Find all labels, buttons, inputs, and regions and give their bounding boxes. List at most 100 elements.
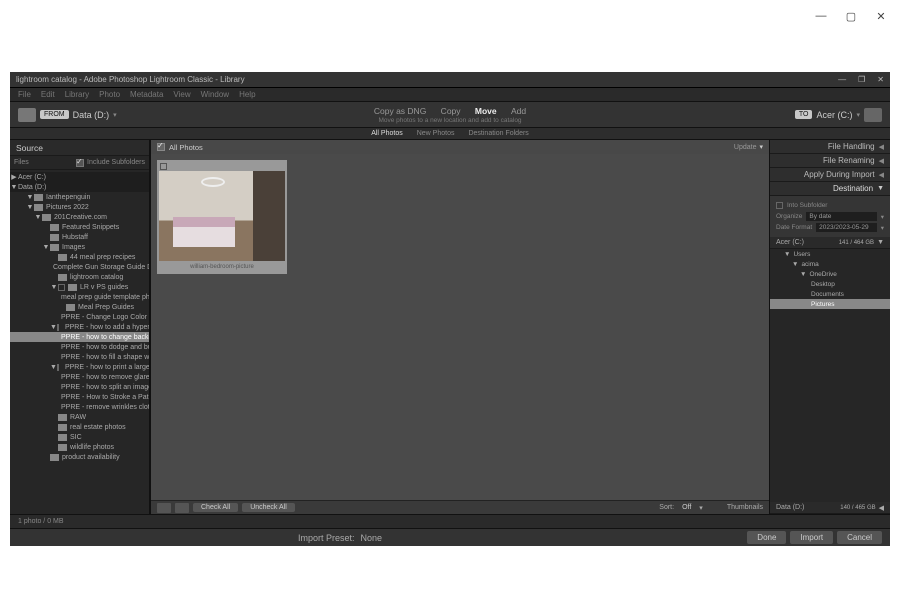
organize-value[interactable]: By date <box>806 212 876 221</box>
tree-item[interactable]: SIC <box>10 432 149 442</box>
grid-view-icon[interactable] <box>157 503 171 513</box>
photo-caption: william-bedroom-picture <box>159 262 285 272</box>
tree-item[interactable]: PPRE - how to change background col... <box>10 332 149 342</box>
tree-item[interactable]: ▼Pictures 2022 <box>10 202 149 212</box>
tree-item[interactable]: RAW <box>10 412 149 422</box>
chevron-down-icon[interactable]: ▾ <box>881 224 884 232</box>
volume-c-label[interactable]: Acer (C:) <box>776 239 804 246</box>
tree-item[interactable]: ▼Images <box>10 242 149 252</box>
loupe-view-icon[interactable] <box>175 503 189 513</box>
menu-metadata[interactable]: Metadata <box>130 90 163 99</box>
done-button[interactable]: Done <box>747 531 786 544</box>
tree-item[interactable]: ▼LR v PS guides <box>10 282 149 292</box>
tree-item[interactable]: PPRE - Change Logo Color <box>10 312 149 322</box>
win-maximize[interactable]: ❐ <box>858 75 865 84</box>
action-add[interactable]: Add <box>511 106 526 116</box>
tree-item[interactable]: Featured Snippets <box>10 222 149 232</box>
tree-item[interactable]: real estate photos <box>10 422 149 432</box>
tree-drive[interactable]: ▶Acer (C:) <box>10 172 149 182</box>
volume-d-label[interactable]: Data (D:) <box>776 504 804 511</box>
tree-item[interactable]: ▼Ianthepenguin <box>10 192 149 202</box>
uncheck-all-button[interactable]: Uncheck All <box>242 503 295 512</box>
menu-library[interactable]: Library <box>65 90 89 99</box>
tree-item[interactable]: ▼PPRE - how to print a large image on ..… <box>10 362 149 372</box>
os-close[interactable]: ✕ <box>866 6 896 26</box>
photo-checkbox[interactable] <box>160 163 167 170</box>
panel-apply-during-import[interactable]: Apply During Import◀ <box>770 168 890 182</box>
subtab-dest-folders[interactable]: Destination Folders <box>468 130 528 137</box>
tree-item[interactable]: PPRE - how to remove glare lightroom <box>10 372 149 382</box>
menu-view[interactable]: View <box>173 90 190 99</box>
import-preset-label: Import Preset: <box>298 533 355 543</box>
action-copy-dng[interactable]: Copy as DNG <box>374 106 426 116</box>
panel-file-handling[interactable]: File Handling◀ <box>770 140 890 154</box>
action-subtitle: Move photos to a new location and add to… <box>368 117 532 124</box>
subtab-new-photos[interactable]: New Photos <box>417 130 455 137</box>
tree-item[interactable]: PPRE - remove wrinkles clothing <box>10 402 149 412</box>
menu-photo[interactable]: Photo <box>99 90 120 99</box>
into-subfolder-label: Into Subfolder <box>787 202 827 209</box>
dest-drive[interactable]: Acer (C:) <box>816 110 852 120</box>
tree-item[interactable]: Meal Prep Guides <box>10 302 149 312</box>
win-close[interactable]: ✕ <box>877 75 884 84</box>
dest-tree-item[interactable]: ▼OneDrive <box>770 269 890 279</box>
action-copy[interactable]: Copy <box>441 106 461 116</box>
date-format-value[interactable]: 2023/2023-05-29 <box>816 223 877 232</box>
destination-tree[interactable]: ▼Users▼acima▼OneDriveDesktopDocumentsPic… <box>770 249 890 502</box>
cancel-button[interactable]: Cancel <box>837 531 882 544</box>
app-title: lightroom catalog - Adobe Photoshop Ligh… <box>16 75 245 84</box>
from-badge: FROM <box>40 110 69 119</box>
dest-tree-item[interactable]: Desktop <box>770 279 890 289</box>
camera-icon <box>18 108 36 122</box>
subtab-all-photos[interactable]: All Photos <box>371 130 403 137</box>
update-button[interactable]: Update <box>734 144 757 151</box>
tree-item[interactable]: Hubstaff <box>10 232 149 242</box>
source-drive[interactable]: Data (D:) <box>73 110 110 120</box>
tree-item[interactable]: PPRE - how to dodge and burn <box>10 342 149 352</box>
tree-item[interactable]: 44 meal prep recipes <box>10 252 149 262</box>
panel-destination[interactable]: Destination▼ <box>770 182 890 196</box>
tree-item[interactable]: product availability <box>10 452 149 462</box>
source-tree[interactable]: ▶Acer (C:)▼Data (D:)▼Ianthepenguin▼Pictu… <box>10 170 149 514</box>
tree-item[interactable]: wildlife photos <box>10 442 149 452</box>
tree-item[interactable]: lightroom catalog <box>10 272 149 282</box>
import-preset-value[interactable]: None <box>361 533 383 543</box>
os-minimize[interactable]: — <box>806 6 836 26</box>
dest-tree-item[interactable]: Pictures <box>770 299 890 309</box>
menu-file[interactable]: File <box>18 90 31 99</box>
source-panel-title: Source <box>10 140 149 156</box>
tree-item[interactable]: Complete Gun Storage Guide Dove Saf... <box>10 262 149 272</box>
action-move[interactable]: Move <box>475 106 497 116</box>
menu-edit[interactable]: Edit <box>41 90 55 99</box>
tree-drive[interactable]: ▼Data (D:) <box>10 182 149 192</box>
chevron-down-icon[interactable]: ▾ <box>699 504 703 512</box>
dest-tree-item[interactable]: ▼acima <box>770 259 890 269</box>
photo-preview[interactable] <box>159 171 285 261</box>
tree-item[interactable]: PPRE - how to split an image in half <box>10 382 149 392</box>
menu-window[interactable]: Window <box>201 90 229 99</box>
tree-item[interactable]: ▼PPRE - how to add a hyperlink... <box>10 322 149 332</box>
win-minimize[interactable]: — <box>838 75 846 84</box>
import-actions: Copy as DNG Copy Move Add Move photos to… <box>368 106 532 124</box>
include-subfolders-checkbox[interactable] <box>76 159 84 167</box>
photo-thumbnail[interactable]: william-bedroom-picture <box>157 160 287 274</box>
import-button[interactable]: Import <box>790 531 833 544</box>
chevron-down-icon[interactable]: ▾ <box>856 111 860 119</box>
panel-file-renaming[interactable]: File Renaming◀ <box>770 154 890 168</box>
chevron-down-icon[interactable]: ▾ <box>113 111 117 119</box>
tree-item[interactable]: PPRE - how to fill a shape with color <box>10 352 149 362</box>
tree-item[interactable]: ▼201Creative.com <box>10 212 149 222</box>
sort-value[interactable]: Off <box>682 504 691 511</box>
chevron-down-icon[interactable]: ▾ <box>881 213 884 221</box>
dest-tree-item[interactable]: ▼Users <box>770 249 890 259</box>
dest-tree-item[interactable]: Documents <box>770 289 890 299</box>
menu-help[interactable]: Help <box>239 90 255 99</box>
os-maximize[interactable]: ▢ <box>836 6 866 26</box>
tree-item[interactable]: PPRE - How to Stroke a Path <box>10 392 149 402</box>
select-all-checkbox[interactable] <box>157 143 165 151</box>
chevron-down-icon[interactable]: ▾ <box>759 143 763 151</box>
tree-item[interactable]: meal prep guide template photos <box>10 292 149 302</box>
check-all-button[interactable]: Check All <box>193 503 238 512</box>
include-subfolders-label: Include Subfolders <box>87 159 145 166</box>
into-subfolder-checkbox[interactable] <box>776 202 783 209</box>
